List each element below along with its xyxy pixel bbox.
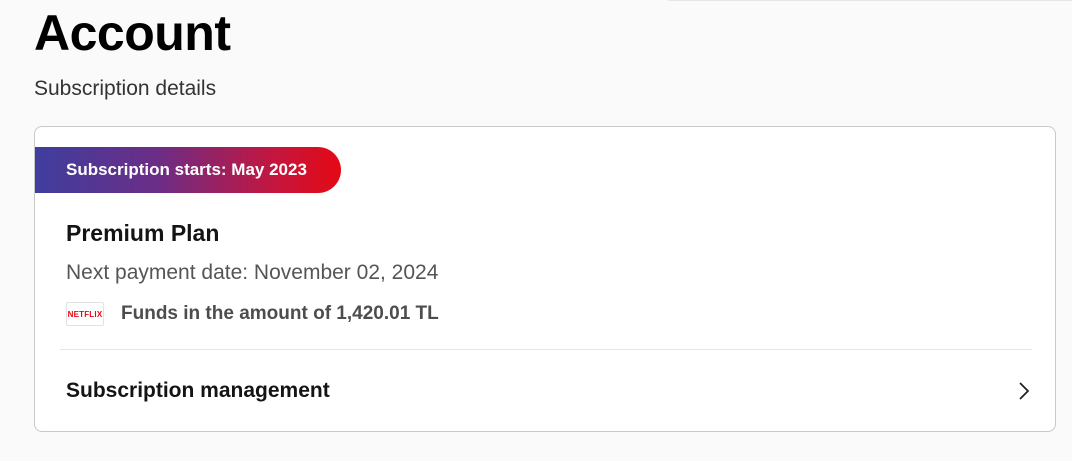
netflix-logo: NETFLIX	[66, 302, 104, 326]
next-payment-date: Next payment date: November 02, 2024	[66, 261, 439, 284]
subscription-management-label: Subscription management	[66, 379, 330, 402]
top-edge-strip	[668, 0, 1072, 1]
subscription-management-link[interactable]: Subscription management	[35, 350, 1055, 431]
funds-amount: Funds in the amount of 1,420.01 TL	[121, 303, 439, 324]
section-subtitle: Subscription details	[34, 77, 217, 100]
plan-name: Premium Plan	[66, 220, 220, 246]
page-title: Account	[34, 5, 231, 61]
subscription-card: Subscription starts: May 2023 Premium Pl…	[34, 126, 1056, 432]
funds-row: NETFLIX Funds in the amount of 1,420.01 …	[66, 301, 439, 327]
subscription-start-badge: Subscription starts: May 2023	[35, 147, 341, 193]
chevron-right-icon	[1019, 382, 1029, 400]
